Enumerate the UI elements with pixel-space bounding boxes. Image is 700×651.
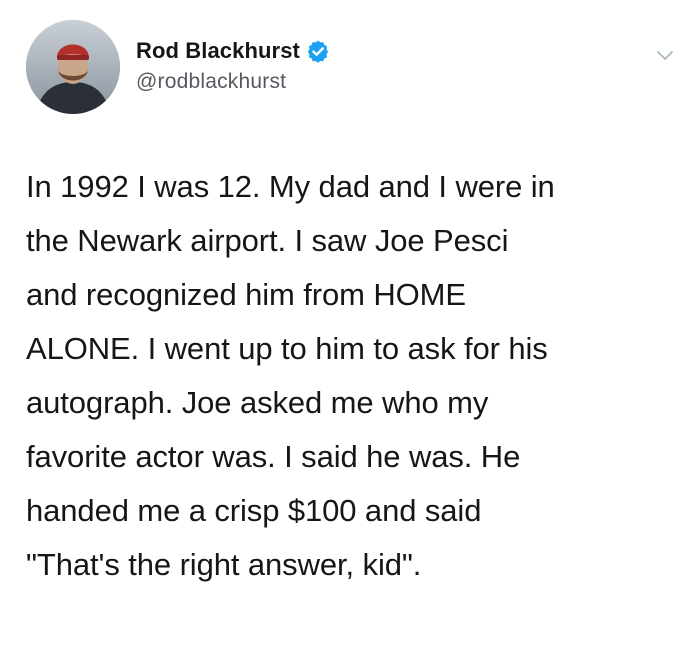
display-name-row: Rod Blackhurst <box>136 36 556 66</box>
avatar[interactable] <box>26 20 120 114</box>
tweet-text-line: handed me a crisp $100 and said <box>26 493 482 528</box>
avatar-photo <box>26 20 120 114</box>
tweet-text-line: the Newark airport. I saw Joe Pesci <box>26 223 509 258</box>
chevron-down-icon[interactable] <box>654 44 676 66</box>
tweet-text-line: "That's the right answer, kid". <box>26 547 422 582</box>
tweet-text-line: autograph. Joe asked me who my <box>26 385 489 420</box>
verified-badge-icon <box>307 40 329 63</box>
tweet-header: Rod Blackhurst @rodblackhurst <box>26 20 676 120</box>
tweet-card: Rod Blackhurst @rodblackhurst In 1992 I … <box>0 0 700 651</box>
user-info: Rod Blackhurst @rodblackhurst <box>136 36 556 94</box>
user-handle[interactable]: @rodblackhurst <box>136 70 556 94</box>
tweet-text: In 1992 I was 12. My dad and I were in t… <box>26 160 686 592</box>
tweet-text-line: and recognized him from HOME <box>26 277 466 312</box>
tweet-text-line: favorite actor was. I said he was. He <box>26 439 521 474</box>
tweet-text-line: ALONE. I went up to him to ask for his <box>26 331 548 366</box>
tweet-text-line: In 1992 I was 12. My dad and I were in <box>26 169 555 204</box>
display-name[interactable]: Rod Blackhurst <box>136 38 300 64</box>
